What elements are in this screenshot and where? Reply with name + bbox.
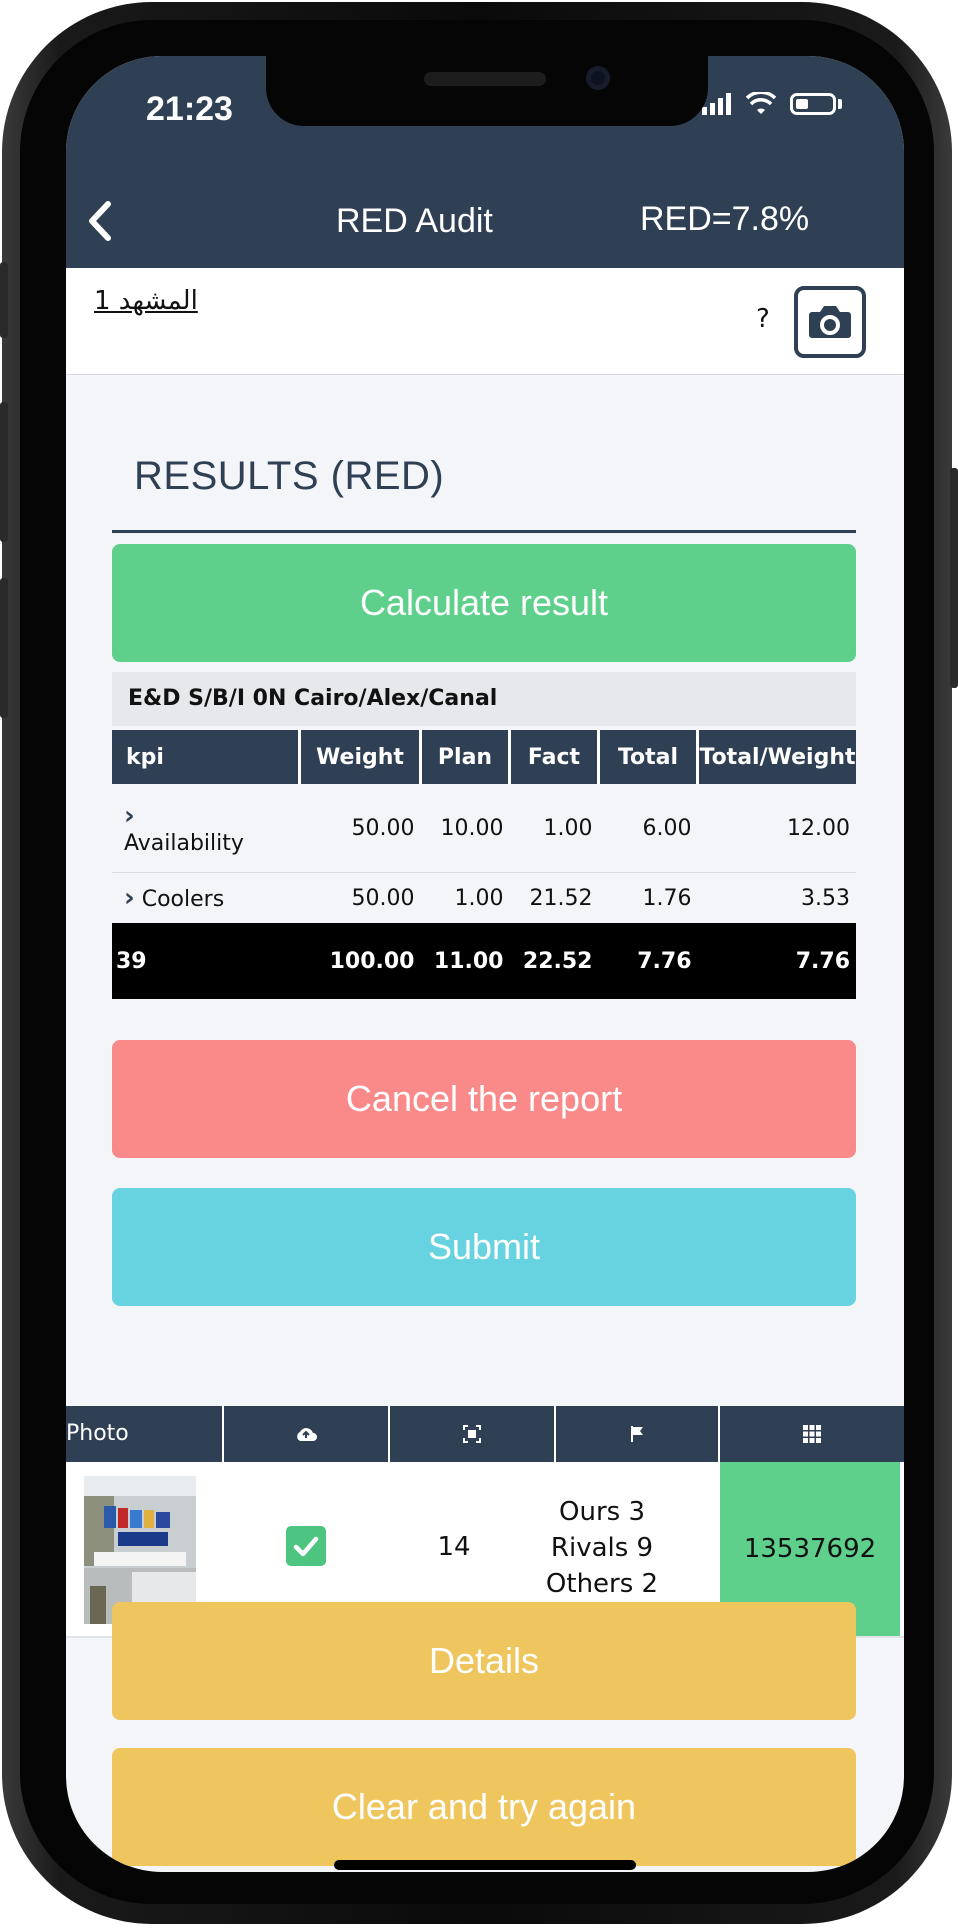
share-breakdown: Ours 3 Rivals 9 Others 2 — [520, 1494, 684, 1602]
status-bar: 21:23 — [66, 56, 904, 176]
details-button[interactable]: Details — [112, 1602, 856, 1720]
kpi-plan: 1.00 — [420, 872, 510, 923]
kpi-name-cell[interactable]: › Coolers — [112, 872, 300, 923]
results-divider — [112, 530, 856, 533]
nav-bar: RED Audit RED=7.8% — [66, 176, 904, 268]
col-plan: Plan — [420, 730, 511, 784]
red-score: RED=7.8% — [640, 200, 810, 238]
volume-down-button — [0, 578, 8, 718]
ours-count: Ours 3 — [559, 1497, 645, 1527]
kpi-name-cell[interactable]: › Availability — [112, 784, 300, 873]
total-weight: 100.00 — [299, 923, 421, 999]
grid-icon — [803, 1425, 821, 1443]
photo-table-header: Photo — [66, 1406, 904, 1462]
kpi-total: 1.76 — [598, 872, 698, 923]
col-count — [390, 1406, 556, 1462]
kpi-table: kpi Weight Plan Fact Total Total/Weight … — [112, 730, 856, 999]
flag-icon — [631, 1426, 643, 1442]
kpi-header-row: kpi Weight Plan Fact Total Total/Weight — [112, 730, 856, 784]
col-share — [556, 1406, 720, 1462]
front-camera — [586, 66, 610, 90]
rivals-count: Rivals 9 — [550, 1533, 654, 1563]
kpi-name: Availability — [124, 830, 244, 856]
region-label: E&D S/B/I 0N Cairo/Alex/Canal — [112, 672, 856, 726]
kpi-row-availability[interactable]: › Availability 50.00 10.00 1.00 6.00 12.… — [112, 784, 856, 873]
page-title: RED Audit — [336, 202, 493, 240]
check-icon — [293, 1536, 319, 1557]
notch — [266, 56, 708, 126]
kpi-total: 6.00 — [598, 784, 698, 873]
chevron-right-icon[interactable]: › — [124, 801, 135, 831]
uploaded-checkbox[interactable] — [286, 1526, 326, 1566]
back-button[interactable] — [80, 196, 120, 246]
kpi-weight: 50.00 — [299, 784, 421, 873]
others-count: Others 2 — [545, 1569, 659, 1599]
total-plan: 11.00 — [420, 923, 510, 999]
col-total: Total — [598, 730, 699, 784]
calculate-result-button[interactable]: Calculate result — [112, 544, 856, 662]
kpi-fact: 1.00 — [509, 784, 599, 873]
chevron-left-icon — [89, 201, 111, 241]
help-button[interactable]: ? — [756, 304, 770, 334]
kpi-fact: 21.52 — [509, 872, 599, 923]
kpi-total-weight: 3.53 — [697, 872, 856, 923]
status-time: 21:23 — [146, 90, 233, 128]
home-indicator — [334, 1860, 636, 1870]
cloud-upload-icon — [297, 1428, 317, 1441]
volume-up-button — [0, 402, 8, 542]
clear-try-again-button[interactable]: Clear and try again — [112, 1748, 856, 1866]
total-fact: 22.52 — [509, 923, 599, 999]
kpi-plan: 10.00 — [420, 784, 510, 873]
earpiece — [424, 72, 546, 86]
total-label: 39 — [112, 923, 300, 999]
col-total-weight: Total/Weight — [697, 730, 856, 784]
scene-link[interactable]: المشهد 1 — [94, 286, 198, 316]
cancel-report-button[interactable]: Cancel the report — [112, 1040, 856, 1158]
submit-button[interactable]: Submit — [112, 1188, 856, 1306]
kpi-total-row: 39 100.00 11.00 22.52 7.76 7.76 — [112, 923, 856, 999]
scene-bar: المشهد 1 ? — [66, 268, 904, 375]
col-upload — [224, 1406, 390, 1462]
scan-frame-icon — [463, 1425, 481, 1443]
kpi-total-weight: 12.00 — [697, 784, 856, 873]
phone-frame: 21:23 RED Audit RED=7.8% المشهد 1 ? RESU… — [0, 0, 958, 1928]
mute-switch — [0, 262, 8, 338]
camera-icon — [809, 306, 851, 338]
battery-tip — [838, 99, 842, 109]
results-heading: RESULTS (RED) — [134, 454, 445, 498]
facings-count: 14 — [437, 1532, 471, 1562]
wifi-icon — [746, 92, 776, 114]
battery-icon — [790, 93, 836, 115]
col-kpi: kpi — [112, 730, 301, 784]
camera-button[interactable] — [794, 286, 866, 358]
col-id — [720, 1406, 904, 1462]
kpi-row-coolers[interactable]: › Coolers 50.00 1.00 21.52 1.76 3.53 — [112, 872, 856, 923]
chevron-right-icon[interactable]: › — [124, 883, 135, 913]
col-weight: Weight — [299, 730, 422, 784]
total-total: 7.76 — [598, 923, 698, 999]
app-screen: 21:23 RED Audit RED=7.8% المشهد 1 ? RESU… — [66, 56, 904, 1872]
kpi-weight: 50.00 — [299, 872, 421, 923]
kpi-name: Coolers — [141, 887, 225, 912]
status-icons — [702, 92, 842, 116]
col-fact: Fact — [509, 730, 600, 784]
power-button — [950, 468, 958, 688]
total-total-weight: 7.76 — [697, 923, 856, 999]
col-photo: Photo — [66, 1406, 224, 1462]
